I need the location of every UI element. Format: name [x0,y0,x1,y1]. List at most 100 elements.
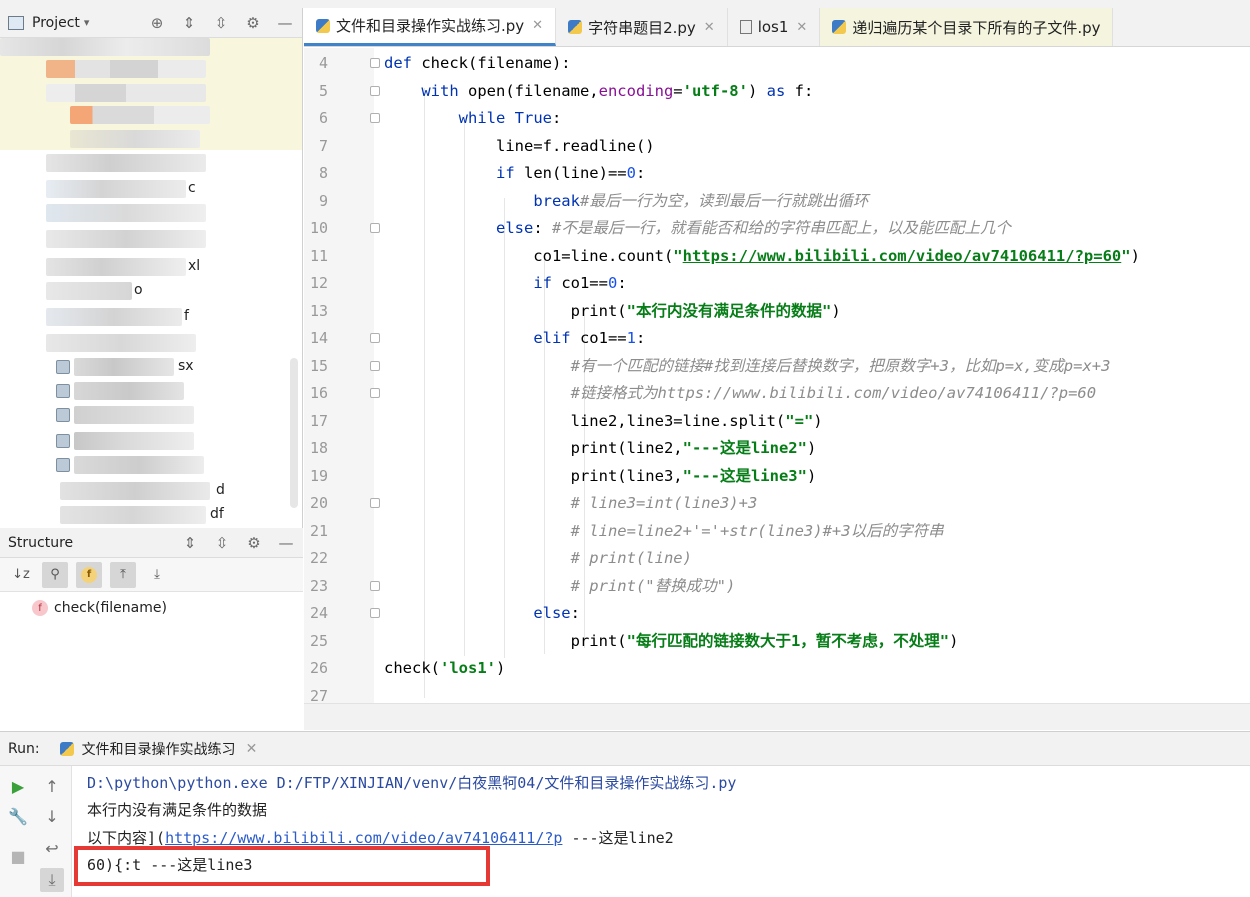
gear-icon[interactable]: ⚙ [245,534,263,552]
collapse-all-icon[interactable]: ⇳ [212,14,230,32]
code-line[interactable]: 22 # print(line) [304,545,1250,573]
code-line[interactable]: 13 print("本行内没有满足条件的数据") [304,298,1250,326]
tree-row-blurred[interactable] [46,308,182,326]
code-line[interactable]: 6 while True: [304,105,1250,133]
run-tab[interactable]: 文件和目录操作实战练习 ✕ [59,739,258,759]
wrench-icon[interactable]: 🔧 [6,804,30,828]
tree-scrollbar[interactable] [290,358,298,508]
expand-all-icon[interactable]: ⇕ [181,534,199,552]
autoscroll-from-source-icon[interactable]: ⤓ [144,562,170,588]
line-number: 4 [318,54,328,72]
tab-file-practice[interactable]: 文件和目录操作实战练习.py ✕ [304,8,557,46]
code-line[interactable]: 12 if co1==0: [304,270,1250,298]
tree-row-blurred[interactable] [74,358,174,376]
code-line[interactable]: 4 def check(filename): [304,50,1250,78]
tree-row-blurred[interactable] [60,482,210,500]
code-line[interactable]: 23 # print("替换成功") [304,573,1250,601]
tree-row-blurred[interactable] [0,38,210,56]
code-text: print("每行匹配的链接数大于1，暂不考虑，不处理") [384,631,959,650]
code-editor[interactable]: 4 def check(filename): 5 with open(filenam… [304,48,1250,703]
tree-row-blurred[interactable] [46,180,186,198]
fold-marker-icon[interactable] [370,333,380,343]
code-line[interactable]: 10 else: #不是最后一行，就看能否和给的字符串匹配上，以及能匹配上几个 [304,215,1250,243]
tree-row-blurred[interactable] [74,382,184,400]
expand-all-icon[interactable]: ⇕ [180,14,198,32]
close-icon[interactable]: ✕ [796,20,807,35]
show-fields-button[interactable]: f [76,561,102,588]
code-line[interactable]: 16 #链接格式为https://www.bilibili.com/video/… [304,380,1250,408]
line-number: 9 [318,191,328,210]
code-line[interactable]: 11 co1=line.count("https://www.bilibili.… [304,243,1250,271]
line-number: 11 [309,246,328,265]
fold-marker-icon[interactable] [370,388,380,398]
tree-row-blurred[interactable] [46,282,132,300]
console-link[interactable]: https://www.bilibili.com/video/av7410641… [165,829,562,847]
sort-alpha-icon[interactable]: ↓z [8,562,34,588]
tree-row-blurred[interactable] [46,154,206,172]
tree-row-blurred[interactable] [74,456,204,474]
tree-row-blurred[interactable] [46,258,186,276]
console-line: D:\python\python.exe D:/FTP/XINJIAN/venv… [87,772,736,793]
tree-row-blurred[interactable] [46,204,206,222]
tree-row-blurred[interactable] [74,432,194,450]
tree-row-blurred[interactable] [46,334,196,352]
soft-wrap-icon[interactable]: ↩ [40,836,64,860]
fold-marker-icon[interactable] [370,58,380,68]
editor-hscrollbar[interactable] [304,703,1250,730]
locate-icon[interactable]: ⊕ [148,14,166,32]
tab-string-problem[interactable]: 字符串题目2.py ✕ [556,8,728,46]
tree-row-blurred[interactable] [46,230,206,248]
tree-row-blurred[interactable] [46,84,206,102]
code-text: line2,line3=line.split("=") [384,411,823,430]
scroll-to-end-icon[interactable]: ⤓ [40,868,64,892]
fold-marker-icon[interactable] [370,113,380,123]
code-line[interactable]: 20 # line3=int(line3)+3 [304,490,1250,518]
code-line[interactable]: 24 else: [304,600,1250,628]
code-line[interactable]: 17 line2,line3=line.split("=") [304,408,1250,436]
code-line[interactable]: 5 with open(filename,encoding='utf-8') a… [304,78,1250,106]
project-header: Project ▾ ⊕ ⇕ ⇳ ⚙ — [0,8,302,38]
close-icon[interactable]: ✕ [704,20,715,35]
line-number: 21 [309,521,328,540]
show-inherited-icon[interactable]: ⚲ [42,561,68,588]
code-line[interactable]: 8 if len(line)==0: [304,160,1250,188]
code-line[interactable]: 15 #有一个匹配的链接#找到连接后替换数字，把原数字+3，比如p=x,变成p=… [304,353,1250,381]
fold-marker-icon[interactable] [370,85,380,96]
gear-icon[interactable]: ⚙ [244,14,262,32]
fold-marker-icon[interactable] [370,580,380,591]
tree-row-blurred[interactable] [74,406,194,424]
close-icon[interactable]: ✕ [246,741,258,757]
structure-label: Structure [8,534,74,551]
fold-marker-icon[interactable] [370,360,380,371]
tree-row-blurred[interactable] [70,106,210,124]
tree-row-blurred[interactable] [70,130,200,148]
fold-marker-icon[interactable] [370,223,380,233]
code-line[interactable]: 27 [304,683,1250,704]
project-label[interactable]: Project [32,15,80,31]
code-line[interactable]: 18 print(line2,"---这是line2") [304,435,1250,463]
tab-recursive-traverse[interactable]: 递归遍历某个目录下所有的子文件.py [820,8,1114,46]
stop-icon[interactable]: ■ [6,844,30,868]
structure-item-check[interactable]: f check(filename) [32,600,167,616]
tree-row-blurred[interactable] [60,506,206,524]
fold-marker-icon[interactable] [370,608,380,618]
hide-icon[interactable]: — [276,14,294,32]
code-line[interactable]: 26 check('los1') [304,655,1250,683]
autoscroll-to-source-icon[interactable]: ⤒ [110,561,136,588]
fold-marker-icon[interactable] [370,498,380,508]
hide-icon[interactable]: — [277,534,295,552]
down-arrow-icon[interactable]: ↓ [40,804,64,828]
up-arrow-icon[interactable]: ↑ [40,774,64,798]
code-line[interactable]: 9 break#最后一行为空，读到最后一行就跳出循环 [304,188,1250,216]
collapse-all-icon[interactable]: ⇳ [213,534,231,552]
tree-row-blurred[interactable] [46,60,206,78]
code-line[interactable]: 19 print(line3,"---这是line3") [304,463,1250,491]
code-line[interactable]: 7 line=f.readline() [304,133,1250,161]
tab-los1[interactable]: los1 ✕ [728,8,821,46]
close-icon[interactable]: ✕ [532,18,543,33]
code-line[interactable]: 25 print("每行匹配的链接数大于1，暂不考虑，不处理") [304,628,1250,656]
code-line[interactable]: 14 elif co1==1: [304,325,1250,353]
code-line[interactable]: 21 # line=line2+'='+str(line3)#+3以后的字符串 [304,518,1250,546]
project-dropdown-icon[interactable]: ▾ [84,16,90,29]
rerun-icon[interactable]: ▶ [6,774,30,798]
